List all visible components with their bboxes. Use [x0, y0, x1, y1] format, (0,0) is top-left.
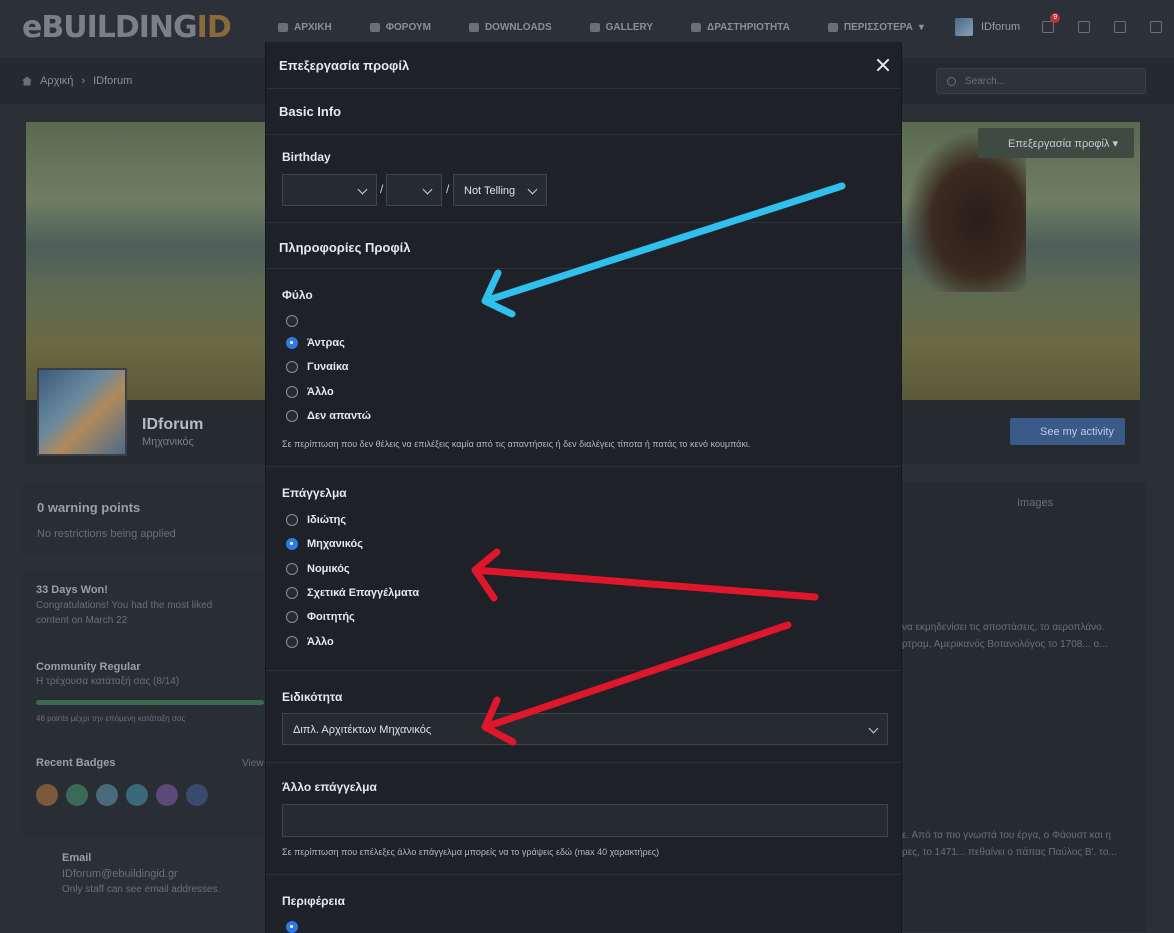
red-arrow-lower	[481, 621, 792, 746]
red-arrow-upper	[471, 548, 819, 602]
blue-arrow	[481, 182, 846, 318]
annotation-arrows	[471, 182, 846, 746]
